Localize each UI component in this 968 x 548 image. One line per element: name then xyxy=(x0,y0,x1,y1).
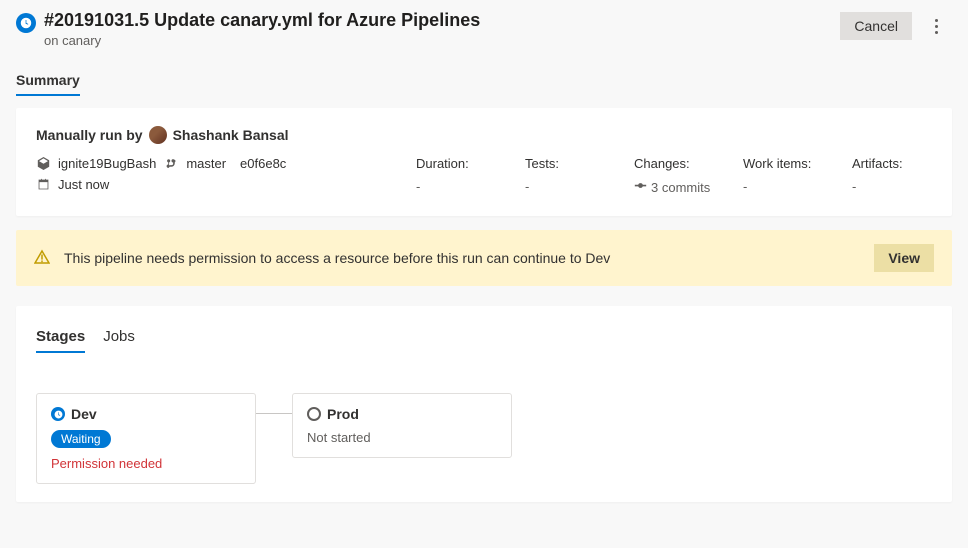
run-time: Just now xyxy=(58,177,109,192)
warning-icon xyxy=(34,249,50,268)
avatar xyxy=(149,126,167,144)
tab-stages[interactable]: Stages xyxy=(36,324,85,353)
more-menu-button[interactable] xyxy=(920,10,952,42)
permission-needed-text: Permission needed xyxy=(51,456,241,471)
permission-alert: This pipeline needs permission to access… xyxy=(16,230,952,286)
branch-icon xyxy=(164,157,178,171)
cancel-button[interactable]: Cancel xyxy=(840,12,912,40)
more-vertical-icon xyxy=(935,19,938,34)
duration-label: Duration: xyxy=(416,156,496,171)
stage-prod-name: Prod xyxy=(327,406,359,422)
repo-icon xyxy=(36,157,50,171)
duration-value: - xyxy=(416,179,496,194)
summary-card: Manually run by Shashank Bansal ignite19… xyxy=(16,108,952,216)
commit-hash[interactable]: e0f6e8c xyxy=(240,156,286,171)
user-name: Shashank Bansal xyxy=(173,127,289,143)
stage-dev[interactable]: Dev Waiting Permission needed xyxy=(36,393,256,484)
page-title: #20191031.5 Update canary.yml for Azure … xyxy=(44,10,480,31)
calendar-icon xyxy=(36,178,50,192)
page-subtitle: on canary xyxy=(44,33,480,48)
repo-name[interactable]: ignite19BugBash xyxy=(58,156,156,171)
tests-value: - xyxy=(525,179,605,194)
view-button[interactable]: View xyxy=(874,244,934,272)
changes-label: Changes: xyxy=(634,156,714,171)
tab-summary[interactable]: Summary xyxy=(16,66,80,96)
stages-card: Stages Jobs Dev Waiting Permission neede… xyxy=(16,306,952,502)
artifacts-label: Artifacts: xyxy=(852,156,932,171)
run-by-label: Manually run by xyxy=(36,127,143,143)
clock-icon xyxy=(51,407,65,421)
alert-text: This pipeline needs permission to access… xyxy=(64,250,860,266)
changes-value[interactable]: 3 commits xyxy=(634,179,714,195)
stage-dev-name: Dev xyxy=(71,406,97,422)
artifacts-value: - xyxy=(852,179,932,194)
branch-name[interactable]: master xyxy=(186,156,226,171)
workitems-value: - xyxy=(743,179,823,194)
circle-icon xyxy=(307,407,321,421)
status-clock-icon xyxy=(16,13,36,33)
waiting-badge: Waiting xyxy=(51,430,111,448)
tests-label: Tests: xyxy=(525,156,605,171)
workitems-label: Work items: xyxy=(743,156,823,171)
commit-icon xyxy=(634,179,647,195)
stage-prod[interactable]: Prod Not started xyxy=(292,393,512,458)
tab-jobs[interactable]: Jobs xyxy=(103,324,135,353)
stage-connector xyxy=(256,413,292,414)
not-started-text: Not started xyxy=(307,430,497,445)
